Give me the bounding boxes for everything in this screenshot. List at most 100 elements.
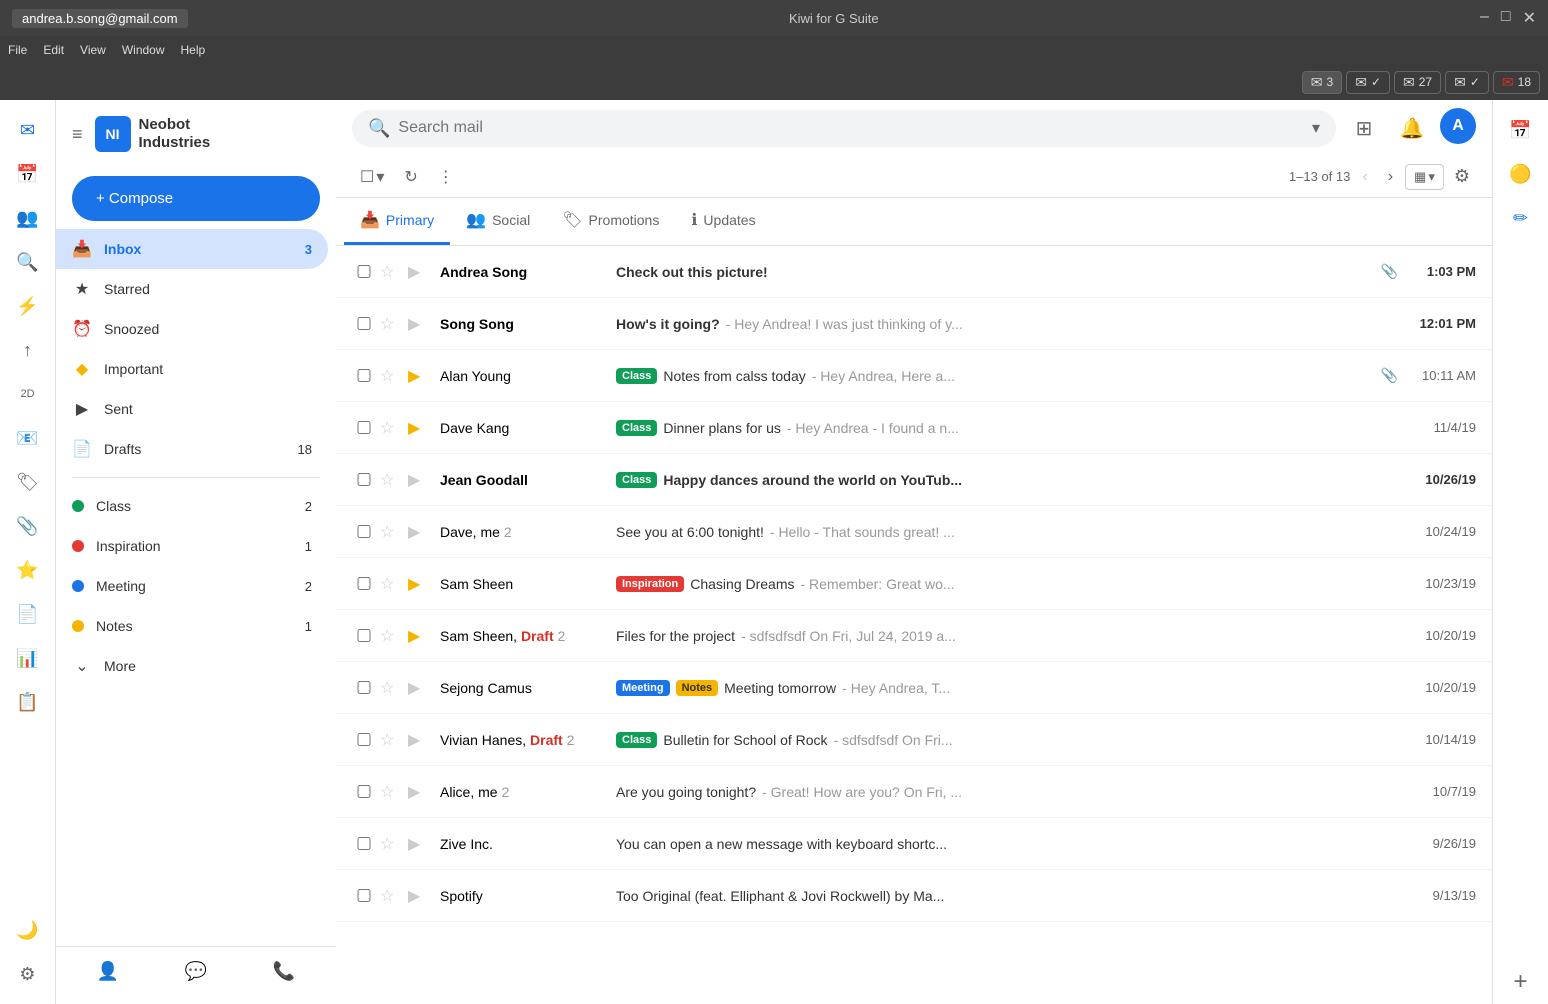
table-row[interactable]: ☆ ▶ Andrea Song Check out this picture! … (336, 246, 1492, 298)
table-row[interactable]: ☆ ▶ Dave Kang Class Dinner plans for us … (336, 402, 1492, 454)
notif-badge-2[interactable]: ✉ ✓ (1346, 71, 1390, 94)
chat-icon[interactable]: 💬 (179, 955, 213, 988)
important-icon[interactable]: ▶ (408, 626, 432, 646)
notif-badge-5[interactable]: ✉ 18 (1493, 71, 1540, 94)
rail-contacts-icon[interactable]: 👥 (8, 198, 48, 238)
important-icon[interactable]: ▶ (408, 834, 432, 854)
rail-list-icon[interactable]: 📋 (8, 682, 48, 722)
email-checkbox[interactable] (352, 629, 376, 642)
star-icon[interactable]: ☆ (380, 470, 404, 490)
email-checkbox[interactable] (352, 577, 376, 590)
tab-updates[interactable]: ℹ Updates (675, 198, 771, 245)
important-icon[interactable]: ▶ (408, 314, 432, 334)
next-page-button[interactable]: › (1380, 164, 1401, 190)
table-row[interactable]: ☆ ▶ Jean Goodall Class Happy dances arou… (336, 454, 1492, 506)
star-icon[interactable]: ☆ (380, 886, 404, 906)
rail-star-icon[interactable]: ⭐ (8, 550, 48, 590)
tab-primary[interactable]: 📥 Primary (344, 198, 450, 245)
rail-filter-icon[interactable]: ⚡ (8, 286, 48, 326)
star-icon[interactable]: ☆ (380, 730, 404, 750)
sidebar-item-sent[interactable]: ▶ Sent (56, 389, 328, 429)
view-selector[interactable]: ▦ ▾ (1405, 164, 1444, 190)
sidebar-item-drafts[interactable]: 📄 Drafts 18 (56, 429, 328, 469)
email-checkbox[interactable] (352, 265, 376, 278)
star-icon[interactable]: ☆ (380, 314, 404, 334)
prev-page-button[interactable]: ‹ (1354, 164, 1375, 190)
table-row[interactable]: ☆ ▶ Alan Young Class Notes from calss to… (336, 350, 1492, 402)
select-all-button[interactable]: ☐ ▾ (352, 161, 392, 193)
sidebar-item-meeting[interactable]: Meeting 2 (56, 566, 328, 606)
add-contact-icon[interactable]: 👤 (91, 955, 125, 988)
sidebar-item-starred[interactable]: ★ Starred (56, 269, 328, 309)
star-icon[interactable]: ☆ (380, 574, 404, 594)
menu-window[interactable]: Window (122, 43, 165, 57)
table-row[interactable]: ☆ ▶ Vivian Hanes, Draft 2 Class Bulletin… (336, 714, 1492, 766)
important-icon[interactable]: ▶ (408, 886, 432, 906)
table-row[interactable]: ☆ ▶ Spotify Too Original (feat. Elliphan… (336, 870, 1492, 922)
table-row[interactable]: ☆ ▶ Sejong Camus Meeting Notes Meeting t… (336, 662, 1492, 714)
refresh-button[interactable]: ↻ (396, 161, 425, 193)
rail-settings-icon[interactable]: ⚙ (8, 954, 48, 994)
sidebar-item-more[interactable]: ⌄ More (56, 646, 328, 686)
star-icon[interactable]: ☆ (380, 626, 404, 646)
important-icon[interactable]: ▶ (408, 262, 432, 282)
email-checkbox[interactable] (352, 473, 376, 486)
sidebar-item-notes[interactable]: Notes 1 (56, 606, 328, 646)
rail-moon-icon[interactable]: 🌙 (8, 910, 48, 950)
notif-badge-3[interactable]: ✉ 27 (1394, 71, 1441, 94)
important-icon[interactable]: ▶ (408, 366, 432, 386)
settings-button[interactable]: ⚙ (1448, 160, 1476, 193)
email-checkbox[interactable] (352, 681, 376, 694)
search-dropdown-icon[interactable]: ▾ (1312, 118, 1320, 138)
star-icon[interactable]: ☆ (380, 834, 404, 854)
rail-search-icon[interactable]: 🔍 (8, 242, 48, 282)
star-icon[interactable]: ☆ (380, 678, 404, 698)
important-icon[interactable]: ▶ (408, 574, 432, 594)
tab-social[interactable]: 👥 Social (450, 198, 546, 245)
email-checkbox[interactable] (352, 421, 376, 434)
avatar-button[interactable]: A (1440, 108, 1476, 144)
star-icon[interactable]: ☆ (380, 366, 404, 386)
important-icon[interactable]: ▶ (408, 522, 432, 542)
sidebar-item-inspiration[interactable]: Inspiration 1 (56, 526, 328, 566)
calendar-panel-icon[interactable]: 📅 (1501, 110, 1541, 150)
sidebar-item-snoozed[interactable]: ⏰ Snoozed (56, 309, 328, 349)
star-icon[interactable]: ☆ (380, 782, 404, 802)
table-row[interactable]: ☆ ▶ Dave, me 2 See you at 6:00 tonight! … (336, 506, 1492, 558)
sidebar-item-important[interactable]: ◆ Important (56, 349, 328, 389)
email-checkbox[interactable] (352, 733, 376, 746)
edit-panel-icon[interactable]: ✏ (1501, 198, 1541, 238)
sidebar-item-inbox[interactable]: 📥 Inbox 3 (56, 229, 328, 269)
email-checkbox[interactable] (352, 317, 376, 330)
rail-tag-icon[interactable]: 🏷 (8, 462, 48, 502)
rail-doc-icon[interactable]: 📄 (8, 594, 48, 634)
table-row[interactable]: ☆ ▶ Sam Sheen, Draft 2 Files for the pro… (336, 610, 1492, 662)
menu-help[interactable]: Help (181, 43, 206, 57)
rail-up-icon[interactable]: ↑ (8, 330, 48, 370)
important-icon[interactable]: ▶ (408, 730, 432, 750)
table-row[interactable]: ☆ ▶ Alice, me 2 Are you going tonight? -… (336, 766, 1492, 818)
minimize-button[interactable]: – (1480, 8, 1489, 28)
table-row[interactable]: ☆ ▶ Song Song How's it going? - Hey Andr… (336, 298, 1492, 350)
close-button[interactable]: ✕ (1523, 8, 1536, 28)
notif-badge-1[interactable]: ✉ 3 (1302, 71, 1342, 94)
important-icon[interactable]: ▶ (408, 782, 432, 802)
rail-2d-icon[interactable]: 2D (8, 374, 48, 414)
star-icon[interactable]: ☆ (380, 418, 404, 438)
important-icon[interactable]: ▶ (408, 470, 432, 490)
compose-button[interactable]: + Compose (72, 176, 320, 221)
apps-button[interactable]: ⊞ (1344, 108, 1384, 148)
menu-view[interactable]: View (80, 43, 106, 57)
important-icon[interactable]: ▶ (408, 418, 432, 438)
tasks-panel-icon[interactable]: 🟡 (1501, 154, 1541, 194)
sidebar-item-class[interactable]: Class 2 (56, 486, 328, 526)
star-icon[interactable]: ☆ (380, 522, 404, 542)
email-checkbox[interactable] (352, 525, 376, 538)
menu-file[interactable]: File (8, 43, 27, 57)
email-checkbox[interactable] (352, 889, 376, 902)
more-options-button[interactable]: ⋮ (430, 161, 462, 193)
email-checkbox[interactable] (352, 837, 376, 850)
star-icon[interactable]: ☆ (380, 262, 404, 282)
maximize-button[interactable]: □ (1501, 8, 1511, 28)
important-icon[interactable]: ▶ (408, 678, 432, 698)
